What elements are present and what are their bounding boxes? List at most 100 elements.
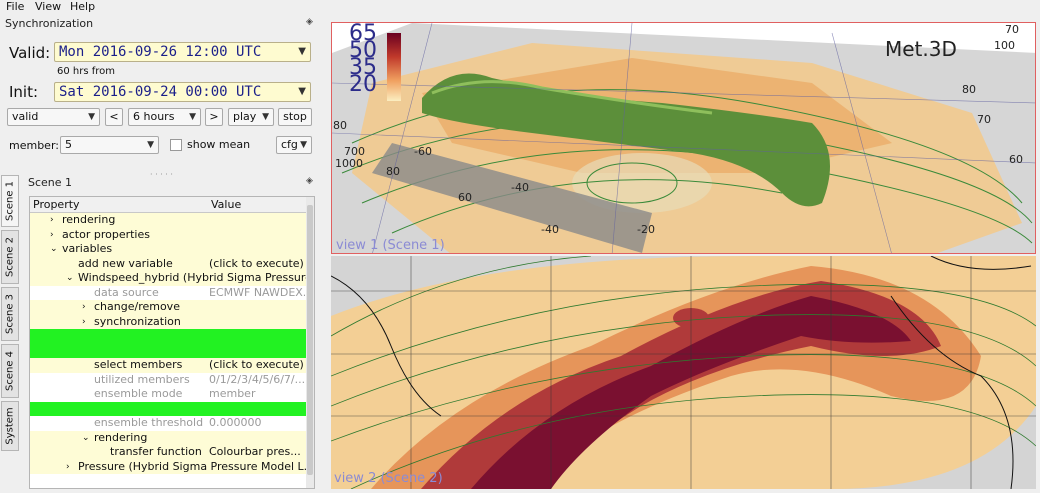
play-combo[interactable]: play ▼: [228, 108, 274, 126]
expand-down-icon[interactable]: ⌄: [50, 242, 58, 256]
property-label: utilized members: [94, 372, 190, 386]
property-label: variables: [62, 242, 113, 255]
property-tree[interactable]: Property Value › rendering › actor properti…: [29, 196, 315, 489]
member-label: member:: [9, 139, 59, 152]
property-column-header[interactable]: Property: [33, 198, 80, 211]
tree-row[interactable]: add new variable (click to execute): [30, 256, 306, 271]
property-label: select members: [94, 358, 183, 371]
property-label: rendering: [94, 430, 148, 444]
menu-help[interactable]: Help: [70, 0, 95, 13]
property-label: ensemble mode: [94, 387, 183, 400]
tree-row[interactable]: [30, 401, 306, 416]
axis-label: 60: [458, 191, 472, 204]
dock-float-icon[interactable]: ◈: [306, 17, 313, 27]
expand-down-icon[interactable]: ⌄: [66, 271, 74, 285]
axis-label: -40: [541, 223, 559, 236]
init-time-combo[interactable]: Sat 2016-09-24 00:00 UTC ▼: [54, 82, 311, 102]
member-combo[interactable]: 5 ▼: [60, 136, 159, 154]
tree-row[interactable]: select members (click to execute): [30, 358, 306, 373]
expand-right-icon[interactable]: ›: [66, 460, 70, 474]
tree-scrollbar[interactable]: [306, 197, 314, 488]
scene-dock-title: Scene 1: [28, 176, 73, 189]
property-label: actor properties: [62, 227, 150, 241]
view-2-label: view 2 (Scene 2): [334, 471, 443, 486]
axis-label: 70: [977, 113, 991, 126]
tree-row[interactable]: › actor properties: [30, 227, 306, 242]
chevron-down-icon: ▼: [189, 112, 196, 122]
axis-label: 100: [994, 39, 1015, 52]
next-step-button[interactable]: >: [205, 108, 223, 126]
tree-row[interactable]: › rendering: [30, 213, 306, 228]
show-mean-label: show mean: [187, 138, 251, 151]
axis-label: 1000: [335, 157, 363, 170]
tree-row[interactable]: transfer function Colourbar pres...: [30, 445, 306, 460]
menu-file[interactable]: File: [6, 0, 24, 13]
property-value[interactable]: (click to execute): [209, 257, 305, 271]
axis-label: -60: [414, 145, 432, 158]
colorbar-labels: 65 50 35 20: [349, 23, 377, 97]
tree-row[interactable]: › change/remove: [30, 300, 306, 315]
init-label: Init:: [9, 83, 39, 101]
tree-row[interactable]: ⌄ Windspeed_hybrid (Hybrid Sigma Pressure…: [30, 271, 306, 286]
valid-time-combo[interactable]: Mon 2016-09-26 12:00 UTC ▼: [54, 42, 311, 62]
show-mean-checkbox[interactable]: [170, 139, 182, 151]
property-value[interactable]: ECMWF NAWDEX...: [209, 286, 305, 300]
cfg-combo[interactable]: cfg ▼: [276, 136, 312, 154]
expand-right-icon[interactable]: ›: [82, 315, 86, 329]
dock-float-icon[interactable]: ◈: [306, 176, 313, 186]
sync-mode-combo[interactable]: valid ▼: [7, 108, 100, 126]
tab-scene-3[interactable]: Scene 3: [1, 287, 19, 341]
tree-row[interactable]: › Pressure (Hybrid Sigma Pressure Model L…: [30, 459, 306, 474]
sync-dock-title: Synchronization: [5, 17, 94, 30]
chevron-down-icon: ▼: [262, 112, 269, 122]
chevron-down-icon: ▼: [147, 140, 154, 150]
property-label: transfer function: [110, 445, 202, 458]
menu-view[interactable]: View: [35, 0, 61, 13]
expand-right-icon[interactable]: ›: [82, 300, 86, 314]
tree-row[interactable]: ⌄ rendering: [30, 430, 306, 445]
property-value[interactable]: 0.000000: [209, 416, 305, 430]
chevron-down-icon: ▼: [300, 140, 307, 150]
view-2[interactable]: view 2 (Scene 2): [331, 256, 1036, 489]
valid-label: Valid:: [9, 44, 51, 62]
property-value[interactable]: 0/1/2/3/4/5/6/7/...: [209, 373, 305, 387]
tab-scene-2[interactable]: Scene 2: [1, 230, 19, 284]
expand-right-icon[interactable]: ›: [50, 228, 54, 242]
tree-row[interactable]: ⌄ variables: [30, 242, 306, 257]
property-value[interactable]: Colourbar pres...: [209, 445, 305, 459]
axis-label: 60: [1009, 153, 1023, 166]
property-label: change/remove: [94, 300, 180, 313]
view-1[interactable]: 65 50 35 20 Met.3D 70 100 80 70 60 80 70…: [331, 22, 1036, 254]
tree-row[interactable]: [30, 343, 306, 358]
view-2-canvas[interactable]: [331, 256, 1036, 489]
tree-header: Property Value: [30, 197, 306, 213]
property-value[interactable]: (click to execute): [209, 358, 305, 372]
axis-label: 80: [386, 165, 400, 178]
tree-row[interactable]: ensemble mode member: [30, 387, 306, 402]
tab-system[interactable]: System: [1, 401, 19, 451]
property-value[interactable]: member: [209, 387, 305, 401]
tree-row[interactable]: utilized members 0/1/2/3/4/5/6/7/...: [30, 373, 306, 388]
property-label: data source: [94, 285, 159, 299]
property-label: synchronization: [94, 314, 181, 328]
stop-button[interactable]: stop: [278, 108, 312, 126]
axis-label: 80: [962, 83, 976, 96]
time-step-combo[interactable]: 6 hours ▼: [128, 108, 201, 126]
tree-row[interactable]: › synchronization: [30, 314, 306, 329]
dock-splitter[interactable]: · · · · ·: [150, 170, 173, 179]
colorbar-tick: 20: [349, 72, 377, 97]
prev-step-button[interactable]: <: [105, 108, 123, 126]
tab-scene-4[interactable]: Scene 4: [1, 344, 19, 398]
property-label: rendering: [62, 213, 116, 226]
value-column-header[interactable]: Value: [211, 198, 241, 211]
axis-label: 80: [333, 119, 347, 132]
expand-right-icon[interactable]: ›: [50, 213, 54, 227]
tree-row[interactable]: [30, 329, 306, 344]
met3d-logo: Met.3D: [885, 37, 957, 61]
tree-row[interactable]: data source ECMWF NAWDEX...: [30, 286, 306, 301]
property-label: Pressure (Hybrid Sigma Pressure Model L.…: [78, 459, 306, 473]
expand-down-icon[interactable]: ⌄: [82, 431, 90, 445]
tab-scene-1[interactable]: Scene 1: [1, 175, 19, 227]
property-label: Windspeed_hybrid (Hybrid Sigma Pressure …: [78, 271, 306, 284]
tree-row[interactable]: ensemble threshold 0.000000: [30, 416, 306, 431]
